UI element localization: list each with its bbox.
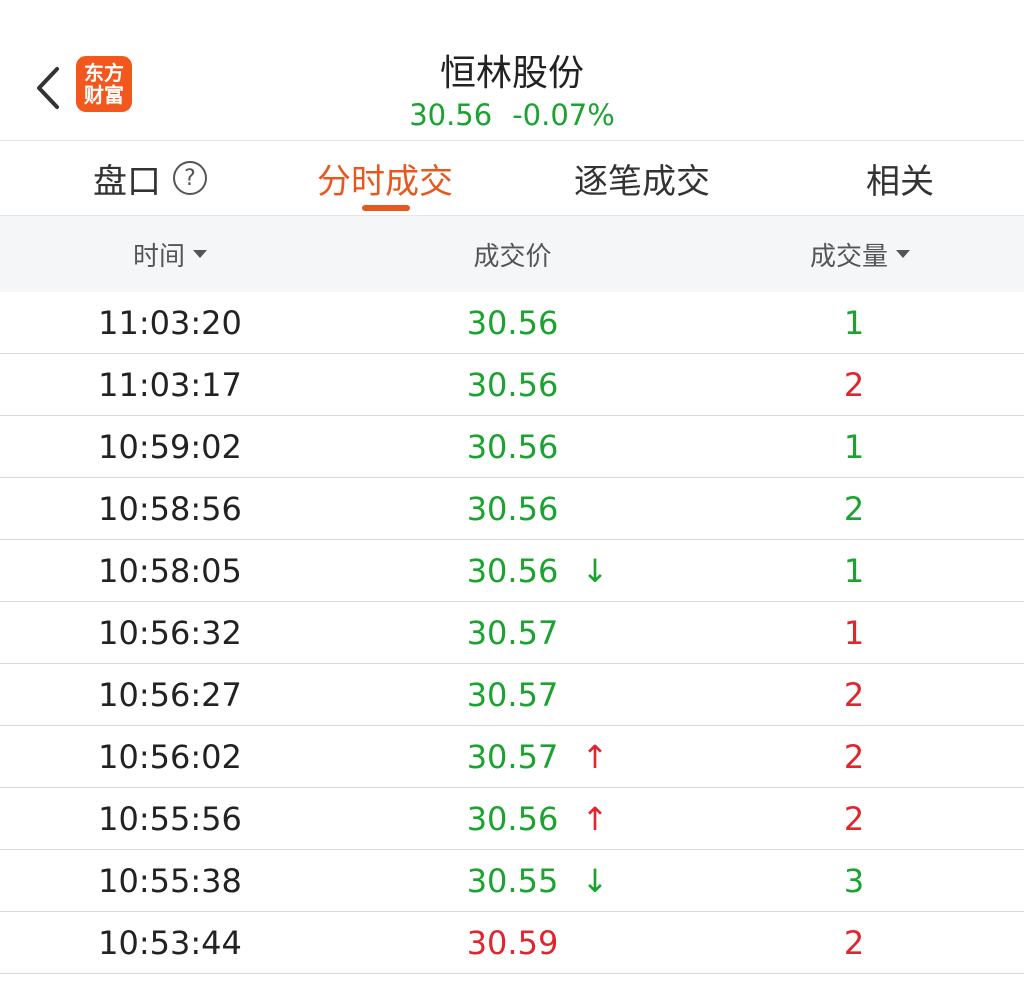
trade-price: 30.56 — [466, 551, 559, 590]
column-price: 成交价 — [430, 216, 595, 292]
table-row[interactable]: 10:58:05 30.56 ↓ 1 — [0, 540, 1024, 602]
trade-time: 10:56:02 — [98, 737, 242, 776]
direction-arrow-icon: ↓ — [581, 861, 609, 900]
direction-arrow-icon: ↓ — [581, 551, 609, 590]
sort-caret-icon — [193, 250, 207, 258]
column-price-label: 成交价 — [473, 241, 552, 272]
direction-arrow-icon — [575, 354, 615, 415]
tab-tick-trades-label: 逐笔成交 — [574, 161, 710, 202]
trade-volume: 2 — [843, 799, 865, 838]
table-row[interactable]: 10:59:02 30.56 1 — [0, 416, 1024, 478]
column-time[interactable]: 时间 — [100, 216, 240, 292]
trade-price: 30.57 — [466, 737, 559, 776]
trade-price: 30.59 — [466, 923, 559, 962]
trade-time: 10:53:44 — [98, 923, 242, 962]
trade-time: 10:58:05 — [98, 551, 242, 590]
tab-related-label: 相关 — [866, 161, 934, 202]
trade-volume: 1 — [843, 427, 865, 466]
trade-volume: 2 — [843, 923, 865, 962]
direction-arrow-icon — [575, 602, 615, 663]
table-row[interactable]: 10:56:27 30.57 2 — [0, 664, 1024, 726]
tab-time-sharing-trades-label: 分时成交 — [317, 161, 453, 202]
table-row[interactable]: 10:55:38 30.55 ↓ 3 — [0, 850, 1024, 912]
trade-volume: 2 — [843, 737, 865, 776]
trade-time: 11:03:17 — [98, 365, 242, 404]
trade-price: 30.57 — [466, 675, 559, 714]
tab-pankou[interactable]: 盘口 ? — [70, 141, 230, 215]
direction-arrow-icon — [575, 912, 615, 973]
trade-volume: 2 — [843, 365, 865, 404]
direction-arrow-icon: ↑ — [581, 737, 609, 776]
table-row[interactable]: 10:53:44 30.59 2 — [0, 912, 1024, 974]
trade-price: 30.55 — [466, 861, 559, 900]
tab-time-sharing-trades[interactable]: 分时成交 — [305, 141, 465, 215]
table-row[interactable]: 10:56:32 30.57 1 — [0, 602, 1024, 664]
trade-time: 10:58:56 — [98, 489, 242, 528]
trade-price: 30.56 — [466, 427, 559, 466]
app-header: 东方 财富 恒林股份 30.56 -0.07% — [0, 0, 1024, 141]
trade-time: 10:59:02 — [98, 427, 242, 466]
trade-volume: 3 — [843, 861, 865, 900]
stock-change: -0.07% — [512, 98, 615, 132]
trade-time: 10:55:56 — [98, 799, 242, 838]
trade-time: 10:55:38 — [98, 861, 242, 900]
direction-arrow-icon: ↑ — [581, 799, 609, 838]
stock-name: 恒林股份 — [439, 53, 584, 94]
table-row[interactable]: 10:56:02 30.57 ↑ 2 — [0, 726, 1024, 788]
trade-volume: 1 — [843, 303, 865, 342]
tab-bar: 盘口 ? 分时成交 逐笔成交 相关 — [0, 141, 1024, 216]
table-row[interactable]: 11:03:20 30.56 1 — [0, 292, 1024, 354]
stock-price: 30.56 — [409, 98, 493, 132]
trade-time: 10:56:27 — [98, 675, 242, 714]
tab-related[interactable]: 相关 — [840, 141, 960, 215]
column-volume-label: 成交量 — [809, 241, 888, 272]
trade-volume: 2 — [843, 675, 865, 714]
trade-price: 30.57 — [466, 613, 559, 652]
table-row[interactable]: 11:03:17 30.56 2 — [0, 354, 1024, 416]
column-volume[interactable]: 成交量 — [780, 216, 940, 292]
tab-pankou-label: 盘口 — [93, 161, 161, 202]
trade-time: 10:56:32 — [98, 613, 242, 652]
trade-volume: 1 — [843, 551, 865, 590]
active-tab-indicator — [362, 205, 410, 211]
trade-volume: 2 — [843, 489, 865, 528]
sort-caret-icon — [896, 250, 910, 258]
help-icon[interactable]: ? — [173, 161, 207, 195]
stock-quote: 30.56 -0.07% — [0, 98, 1024, 132]
table-row[interactable]: 10:55:56 30.56 ↑ 2 — [0, 788, 1024, 850]
column-time-label: 时间 — [132, 241, 185, 272]
direction-arrow-icon — [575, 416, 615, 477]
trade-price: 30.56 — [466, 489, 559, 528]
direction-arrow-icon — [575, 292, 615, 353]
direction-arrow-icon — [575, 478, 615, 539]
trade-list: 11:03:20 30.56 1 11:03:17 30.56 2 10:59:… — [0, 292, 1024, 974]
trade-price: 30.56 — [466, 365, 559, 404]
direction-arrow-icon — [575, 664, 615, 725]
column-header: 时间 成交价 成交量 — [0, 216, 1024, 292]
table-row[interactable]: 10:58:56 30.56 2 — [0, 478, 1024, 540]
trade-time: 11:03:20 — [98, 303, 242, 342]
trade-volume: 1 — [843, 613, 865, 652]
trade-price: 30.56 — [466, 303, 559, 342]
tab-tick-trades[interactable]: 逐笔成交 — [562, 141, 722, 215]
trade-price: 30.56 — [466, 799, 559, 838]
